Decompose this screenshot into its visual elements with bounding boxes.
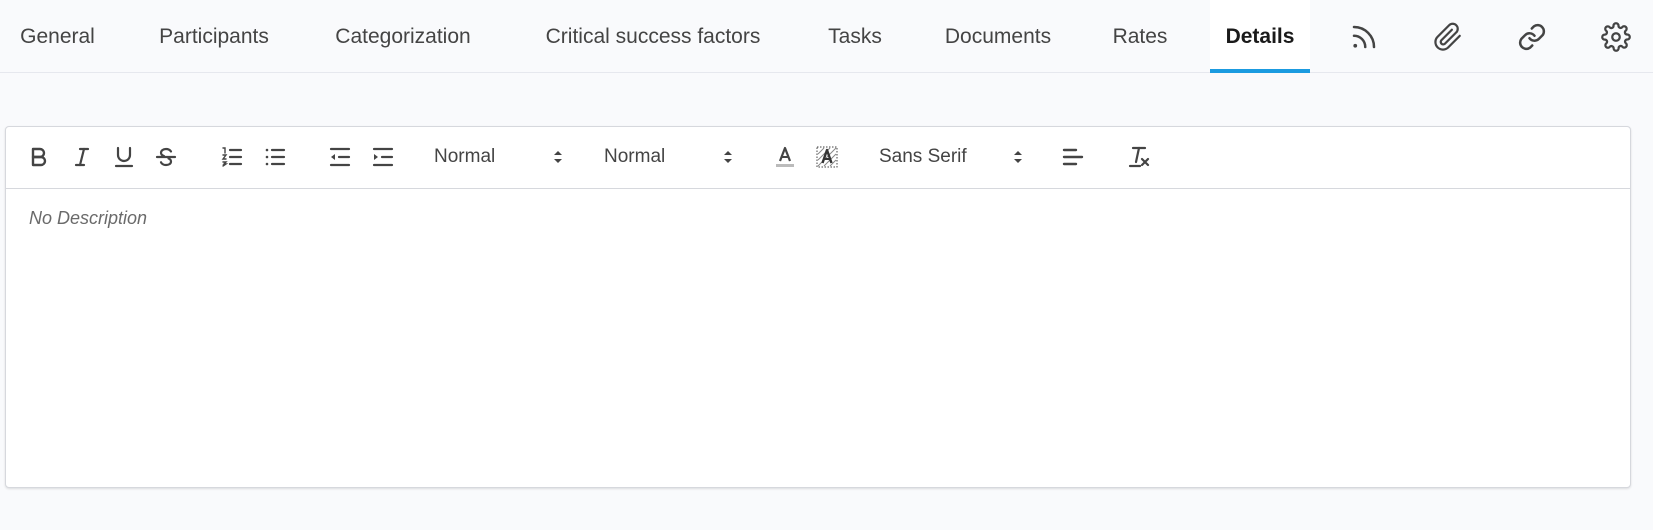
tab-tasks[interactable]: Tasks [810,0,900,73]
font-color-icon [776,146,794,167]
editor-content[interactable]: No Description [6,189,1630,487]
ordered-list-button[interactable] [217,142,247,172]
underline-icon [114,146,134,168]
tab-label: Details [1225,24,1295,48]
tab-rates[interactable]: Rates [1098,0,1182,73]
tab-categorization[interactable]: Categorization [312,0,494,73]
rss-icon[interactable] [1336,0,1392,73]
tab-label: Categorization [335,24,471,48]
background-color-icon [816,146,838,168]
select-caret-icon [554,151,562,163]
tab-critical-success-factors[interactable]: Critical success factors [522,0,784,73]
tab-bar: General Participants Categorization Crit… [0,0,1653,73]
ordered-list-icon [221,147,243,167]
tab-documents[interactable]: Documents [925,0,1071,73]
align-left-icon [1062,148,1084,166]
tab-general[interactable]: General [0,0,115,73]
editor-toolbar: Normal Normal Sans Serif [6,127,1630,189]
tab-label: Participants [159,24,269,48]
size-select[interactable]: Normal [604,141,734,173]
rich-text-editor: Normal Normal Sans Serif No Description [5,126,1631,488]
tab-label: Documents [944,24,1052,48]
italic-button[interactable] [67,142,97,172]
tab-label: Tasks [828,24,882,48]
italic-icon [74,147,90,167]
indent-button[interactable] [368,142,398,172]
heading-select-value: Normal [434,146,496,167]
tab-label: Rates [1112,24,1168,48]
underline-button[interactable] [109,142,139,172]
outdent-icon [329,147,351,167]
size-select-value: Normal [604,146,666,167]
gear-icon[interactable] [1588,0,1644,73]
paperclip-icon[interactable] [1420,0,1476,73]
link-icon[interactable] [1504,0,1560,73]
select-caret-icon [1014,151,1022,163]
heading-select[interactable]: Normal [434,141,564,173]
tab-label: Critical success factors [545,24,761,48]
font-family-select-value: Sans Serif [879,146,967,167]
tab-details[interactable]: Details [1210,0,1310,73]
font-color-button[interactable] [770,142,800,172]
tab-label: General [20,24,95,48]
editor-placeholder: No Description [29,208,148,228]
indent-icon [372,147,394,167]
bullet-list-icon [265,148,286,166]
clear-format-button[interactable] [1124,142,1154,172]
bullet-list-button[interactable] [260,142,290,172]
clear-format-icon [1128,146,1150,168]
align-button[interactable] [1058,142,1088,172]
select-caret-icon [724,151,732,163]
strikethrough-button[interactable] [151,142,181,172]
font-family-select[interactable]: Sans Serif [879,141,1024,173]
bold-button[interactable] [24,142,54,172]
tab-participants[interactable]: Participants [135,0,293,73]
background-color-button[interactable] [812,142,842,172]
bold-icon [31,147,47,167]
outdent-button[interactable] [325,142,355,172]
strikethrough-icon [155,147,177,167]
